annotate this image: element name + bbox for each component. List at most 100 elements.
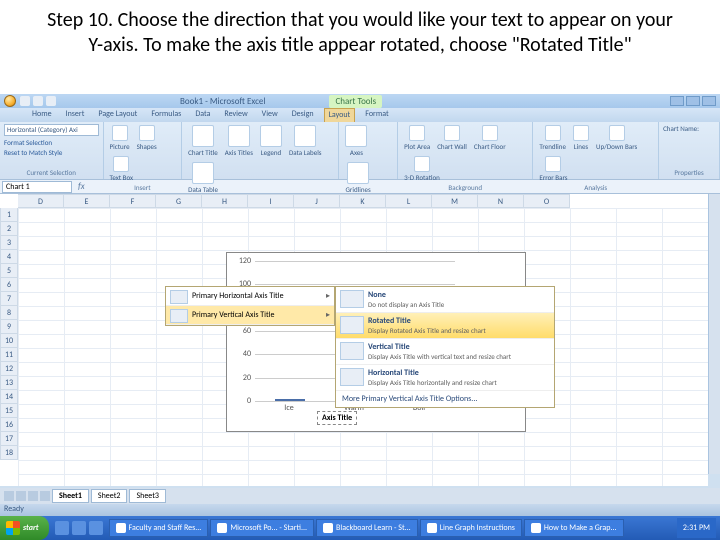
chart-wall-button[interactable]: Chart Wall <box>435 124 469 152</box>
row-header[interactable]: 17 <box>0 432 18 446</box>
col-header[interactable]: G <box>156 194 202 208</box>
row-header[interactable]: 3 <box>0 236 18 250</box>
sheet-tab-1[interactable]: Sheet1 <box>52 489 89 503</box>
close-button[interactable] <box>702 96 716 106</box>
plot-area-button[interactable]: Plot Area <box>402 124 432 152</box>
col-header[interactable]: J <box>294 194 340 208</box>
row-header[interactable]: 13 <box>0 376 18 390</box>
insert-picture-button[interactable]: Picture <box>108 124 132 152</box>
tab-review[interactable]: Review <box>220 108 251 122</box>
tab-home[interactable]: Home <box>28 108 56 122</box>
option-vertical-title[interactable]: Vertical Title Display Axis Title with v… <box>336 339 554 365</box>
taskbar-item[interactable]: Line Graph Instructions <box>420 519 522 537</box>
taskbar-item[interactable]: Faculty and Staff Res... <box>109 519 209 537</box>
submenu-vertical-axis-title[interactable]: Primary Vertical Axis Title <box>166 306 334 325</box>
row-header[interactable]: 14 <box>0 390 18 404</box>
legend-button[interactable]: Legend <box>258 124 284 158</box>
sheet-tab-3[interactable]: Sheet3 <box>129 489 166 503</box>
ql-desktop-icon[interactable] <box>72 521 86 535</box>
sheet-nav-last-icon[interactable] <box>40 491 50 501</box>
tab-format[interactable]: Format <box>361 108 392 122</box>
tab-layout[interactable]: Layout <box>324 108 356 122</box>
row-header[interactable]: 7 <box>0 292 18 306</box>
row-header[interactable]: 8 <box>0 306 18 320</box>
start-button[interactable]: start <box>0 516 49 540</box>
tab-insert[interactable]: Insert <box>62 108 89 122</box>
row-header[interactable]: 15 <box>0 404 18 418</box>
row-header[interactable]: 18 <box>0 446 18 460</box>
format-selection-button[interactable]: Format Selection <box>4 138 99 147</box>
qat-undo-icon[interactable] <box>33 96 43 106</box>
row-header[interactable]: 10 <box>0 334 18 348</box>
sheet-nav-next-icon[interactable] <box>28 491 38 501</box>
minimize-button[interactable] <box>670 96 684 106</box>
taskbar-item[interactable]: How to Make a Grap... <box>524 519 624 537</box>
ql-ie-icon[interactable] <box>55 521 69 535</box>
tab-data[interactable]: Data <box>191 108 214 122</box>
option-horizontal-title[interactable]: Horizontal Title Display Axis Title hori… <box>336 365 554 391</box>
data-labels-button[interactable]: Data Labels <box>287 124 324 158</box>
chart-floor-button[interactable]: Chart Floor <box>472 124 508 152</box>
row-header[interactable]: 16 <box>0 418 18 432</box>
col-header[interactable]: E <box>64 194 110 208</box>
axis-titles-button[interactable]: Axis Titles <box>223 124 255 158</box>
option-more-options[interactable]: More Primary Vertical Axis Title Options… <box>336 391 554 407</box>
row-header[interactable]: 6 <box>0 278 18 292</box>
trendline-button[interactable]: Trendline <box>537 124 568 152</box>
col-header[interactable]: F <box>110 194 156 208</box>
lines-button[interactable]: Lines <box>571 124 591 152</box>
tab-view[interactable]: View <box>258 108 282 122</box>
tab-design[interactable]: Design <box>288 108 318 122</box>
col-header[interactable]: K <box>340 194 386 208</box>
qat-save-icon[interactable] <box>20 96 30 106</box>
row-header[interactable]: 11 <box>0 348 18 362</box>
updown-bars-button[interactable]: Up/Down Bars <box>594 124 639 152</box>
col-header[interactable]: I <box>248 194 294 208</box>
col-header[interactable]: L <box>386 194 432 208</box>
insert-shapes-button[interactable]: Shapes <box>135 124 159 152</box>
col-header[interactable]: D <box>18 194 64 208</box>
vertical-scrollbar[interactable] <box>708 194 720 474</box>
row-header[interactable]: 2 <box>0 222 18 236</box>
chart-title-button[interactable]: Chart Title <box>186 124 220 158</box>
axis-title-placeholder[interactable]: Axis Title <box>317 411 357 425</box>
maximize-button[interactable] <box>686 96 700 106</box>
col-header[interactable]: M <box>432 194 478 208</box>
axes-button[interactable]: Axes <box>343 124 369 158</box>
tab-formulas[interactable]: Formulas <box>147 108 185 122</box>
submenu-horizontal-axis-title[interactable]: Primary Horizontal Axis Title <box>166 287 334 306</box>
row-header[interactable]: 4 <box>0 250 18 264</box>
col-header[interactable]: H <box>202 194 248 208</box>
fx-icon[interactable]: fx <box>78 181 85 192</box>
chart-bar[interactable] <box>275 399 305 401</box>
name-box[interactable]: Chart 1 <box>2 181 72 193</box>
reset-style-button[interactable]: Reset to Match Style <box>4 148 99 157</box>
rotation-3d-button[interactable]: 3-D Rotation <box>402 155 442 183</box>
taskbar-item[interactable]: Microsoft Po... - Starti... <box>210 519 314 537</box>
data-table-button[interactable]: Data Table <box>186 161 220 195</box>
option-desc: Display Rotated Axis Title and resize ch… <box>368 326 548 335</box>
taskbar-item[interactable]: Blackboard Learn - St... <box>316 519 418 537</box>
row-header[interactable]: 5 <box>0 264 18 278</box>
insert-textbox-button[interactable]: Text Box <box>108 155 136 183</box>
option-title: Vertical Title <box>368 342 548 352</box>
sheet-nav-prev-icon[interactable] <box>16 491 26 501</box>
sheet-tab-2[interactable]: Sheet2 <box>91 489 128 503</box>
option-rotated-title[interactable]: Rotated Title Display Rotated Axis Title… <box>336 313 554 339</box>
tab-page-layout[interactable]: Page Layout <box>94 108 141 122</box>
error-bars-button[interactable]: Error Bars <box>537 155 569 183</box>
col-header[interactable]: O <box>524 194 570 208</box>
ql-explorer-icon[interactable] <box>89 521 103 535</box>
chart-element-dropdown[interactable]: Horizontal (Category) Axi <box>4 124 99 136</box>
row-header[interactable]: 1 <box>0 208 18 222</box>
col-header[interactable]: N <box>478 194 524 208</box>
system-tray[interactable]: 2:31 PM <box>677 518 716 538</box>
gridlines-button[interactable]: Gridlines <box>343 161 372 195</box>
option-none[interactable]: None Do not display an Axis Title <box>336 287 554 313</box>
qat-redo-icon[interactable] <box>46 96 56 106</box>
row-header[interactable]: 9 <box>0 320 18 334</box>
group-label-properties: Properties <box>663 168 715 177</box>
sheet-nav-first-icon[interactable] <box>4 491 14 501</box>
row-header[interactable]: 12 <box>0 362 18 376</box>
office-button[interactable] <box>4 95 16 107</box>
